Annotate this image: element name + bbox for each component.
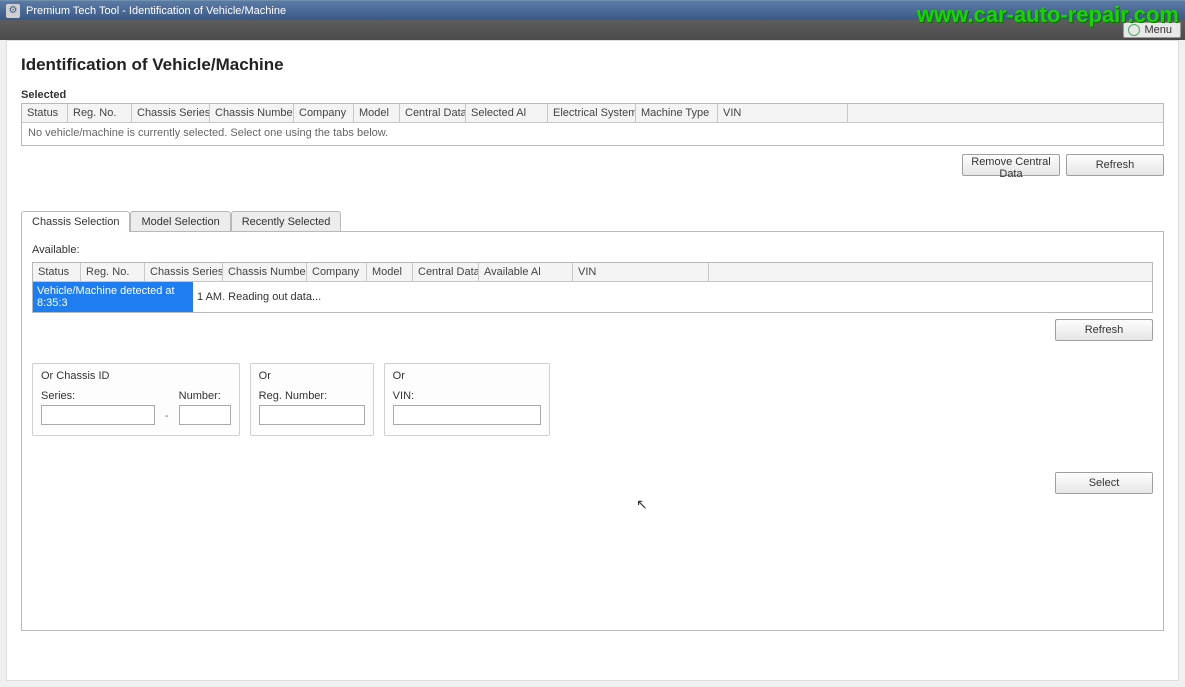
col-spacer [848,104,1163,123]
col-model[interactable]: Model [354,104,400,123]
series-input[interactable] [41,405,155,425]
available-row-rest: 1 AM. Reading out data... [193,288,325,306]
app-toolbar: Menu [0,20,1185,40]
group-reg-title: Or [259,370,365,382]
vin-label: VIN: [393,390,541,402]
acol-model[interactable]: Model [367,263,413,282]
refresh-available-button[interactable]: Refresh [1055,319,1153,341]
col-selected-al[interactable]: Selected Al [466,104,548,123]
col-status[interactable]: Status [22,104,68,123]
tab-recently-selected[interactable]: Recently Selected [231,211,342,232]
acol-status[interactable]: Status [33,263,81,282]
select-button[interactable]: Select [1055,472,1153,494]
app-icon: ⚙ [6,4,20,18]
selected-empty-msg: No vehicle/machine is currently selected… [22,123,1163,145]
tab-chassis-selection[interactable]: Chassis Selection [21,211,130,232]
page-title: Identification of Vehicle/Machine [21,55,1164,75]
col-machine-type[interactable]: Machine Type [636,104,718,123]
refresh-icon [1128,24,1140,36]
dash-sep: - [163,410,171,425]
number-input[interactable] [179,405,231,425]
col-chassis-number[interactable]: Chassis Number [210,104,294,123]
acol-company[interactable]: Company [307,263,367,282]
group-regnumber: Or Reg. Number: [250,363,374,436]
col-chassis-series[interactable]: Chassis Series [132,104,210,123]
number-label: Number: [179,390,231,402]
col-vin[interactable]: VIN [718,104,848,123]
reg-label: Reg. Number: [259,390,365,402]
tab-model-selection[interactable]: Model Selection [130,211,230,232]
available-grid-header: Status Reg. No. Chassis Series Chassis N… [33,263,1152,282]
selected-grid: Status Reg. No. Chassis Series Chassis N… [21,103,1164,146]
remove-central-data-button[interactable]: Remove Central Data [962,154,1060,176]
main-content: Identification of Vehicle/Machine Select… [6,40,1179,681]
menu-button[interactable]: Menu [1123,22,1181,38]
acol-available-al[interactable]: Available Al [479,263,573,282]
refresh-selected-button[interactable]: Refresh [1066,154,1164,176]
window-title: Premium Tech Tool - Identification of Ve… [26,5,286,17]
available-buttons: Refresh [32,319,1153,341]
tab-panel-chassis: Available: Status Reg. No. Chassis Serie… [21,231,1164,631]
available-grid: Status Reg. No. Chassis Series Chassis N… [32,262,1153,313]
selected-buttons: Remove Central Data Refresh [21,154,1164,176]
group-chassis-id-title: Or Chassis ID [41,370,231,382]
acol-regno[interactable]: Reg. No. [81,263,145,282]
input-groups: Or Chassis ID Series: - Number: Or [32,363,1153,436]
col-regno[interactable]: Reg. No. [68,104,132,123]
available-label: Available: [32,244,1153,256]
reg-input[interactable] [259,405,365,425]
col-electrical[interactable]: Electrical System [548,104,636,123]
group-chassis-id: Or Chassis ID Series: - Number: [32,363,240,436]
acol-central-data[interactable]: Central Data [413,263,479,282]
group-vin-title: Or [393,370,541,382]
acol-chassis-series[interactable]: Chassis Series [145,263,223,282]
series-label: Series: [41,390,155,402]
available-row-highlight: Vehicle/Machine detected at 8:35:3 [33,282,193,312]
selected-grid-header: Status Reg. No. Chassis Series Chassis N… [22,104,1163,123]
col-central-data[interactable]: Central Data [400,104,466,123]
col-company[interactable]: Company [294,104,354,123]
group-vin: Or VIN: [384,363,550,436]
menu-label: Menu [1144,24,1172,36]
window-titlebar: ⚙ Premium Tech Tool - Identification of … [0,0,1185,20]
select-row: Select [32,472,1153,494]
acol-vin[interactable]: VIN [573,263,709,282]
acol-spacer [709,263,1152,282]
selected-label: Selected [21,89,1164,101]
acol-chassis-number[interactable]: Chassis Number [223,263,307,282]
tabstrip: Chassis Selection Model Selection Recent… [21,211,1164,232]
vin-input[interactable] [393,405,541,425]
available-row[interactable]: Vehicle/Machine detected at 8:35:3 1 AM.… [33,282,1152,312]
